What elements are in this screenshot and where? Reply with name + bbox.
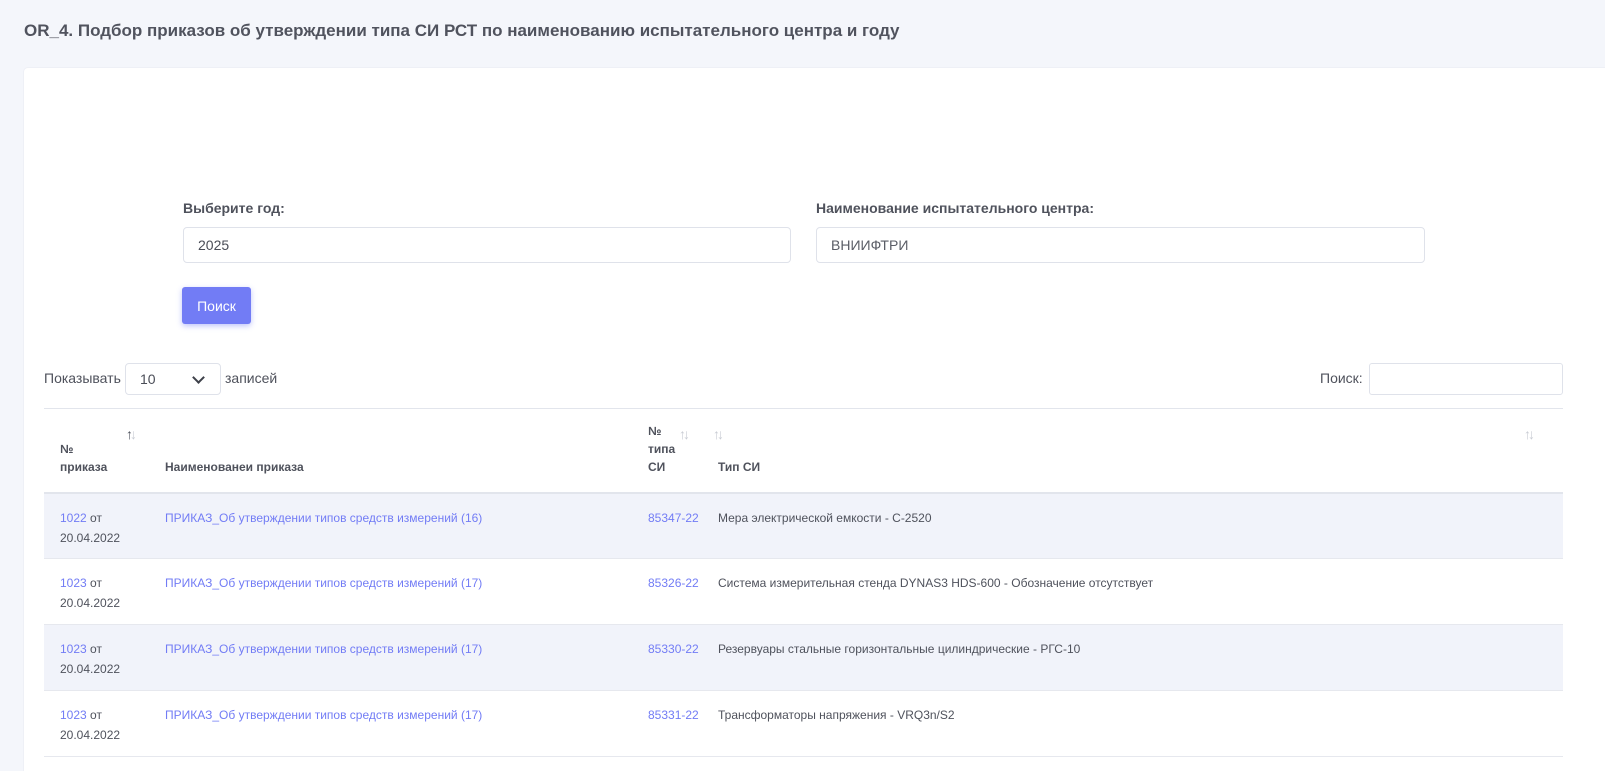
- cell-type-no: 85347-22: [632, 493, 702, 559]
- column-header-label: Наименованеи приказа: [165, 459, 304, 474]
- order-no-link[interactable]: 1022: [60, 511, 87, 525]
- column-header-si-type[interactable]: Тип СИ ↑↓: [702, 409, 1563, 493]
- column-header-label: №: [648, 423, 662, 438]
- cell-order-no: 1023 от 20.04.2022: [44, 625, 149, 691]
- cell-order-no: 1023 от 20.04.2022: [44, 691, 149, 757]
- center-input[interactable]: [816, 227, 1425, 263]
- cell-order-no: 1023 от 20.04.2022: [44, 559, 149, 625]
- column-header-order-no[interactable]: № приказа ↑↓: [44, 409, 149, 493]
- page-title: OR_4. Подбор приказов об утверждении тип…: [24, 21, 900, 40]
- order-no-link[interactable]: 1023: [60, 642, 87, 656]
- type-no-link[interactable]: 85330-22: [648, 642, 699, 656]
- cell-order-name: ПРИКАЗ_Об утверждении типов средств изме…: [149, 625, 632, 691]
- type-no-link[interactable]: 85326-22: [648, 576, 699, 590]
- column-header-order-name[interactable]: Наименованеи приказа ↑↓: [149, 409, 724, 493]
- center-label: Наименование испытательного центра:: [816, 200, 1094, 216]
- sort-icon: ↑↓: [126, 426, 137, 442]
- column-header-label: №: [60, 441, 74, 456]
- cell-order-no: 1022 от 20.04.2022: [44, 493, 149, 559]
- table-row: 1023 от 20.04.2022 ПРИКАЗ_Об утверждении…: [44, 624, 1563, 691]
- length-prefix: Показывать: [44, 370, 121, 386]
- order-no-link[interactable]: 1023: [60, 708, 87, 722]
- year-select[interactable]: 2025: [183, 227, 935, 263]
- order-no-link[interactable]: 1023: [60, 576, 87, 590]
- table-header-row: № приказа ↑↓ Наименованеи приказа ↑↓ № т…: [44, 408, 1563, 493]
- cell-si-type: Мера электрической емкости - С-2520: [718, 510, 932, 525]
- cell-si-type: Система измерительная стенда DYNAS3 HDS-…: [718, 576, 1154, 590]
- table-row: 1023 от 20.04.2022 ПРИКАЗ_Об утверждении…: [44, 691, 1563, 757]
- cell-type-no: 85331-22: [632, 691, 702, 757]
- table-row: 1023 от 20.04.2022 ПРИКАЗ_Об утверждении…: [44, 559, 1563, 625]
- type-no-link[interactable]: 85331-22: [648, 708, 699, 722]
- chevron-down-icon: [192, 371, 205, 384]
- report-card: Выберите год: 2025 Наименование испытате…: [24, 68, 1605, 771]
- filter-input[interactable]: [1369, 363, 1563, 395]
- cell-type-no: 85326-22: [632, 559, 702, 625]
- sort-icon: ↑↓: [679, 426, 690, 442]
- order-name-link[interactable]: ПРИКАЗ_Об утверждении типов средств изме…: [165, 708, 482, 722]
- cell-order-name: ПРИКАЗ_Об утверждении типов средств изме…: [149, 691, 632, 757]
- cell-si-type: Трансформаторы напряжения - VRQ3n/S2: [718, 708, 955, 722]
- column-header-type-no[interactable]: № типа СИ ↑↓: [632, 409, 702, 493]
- table-row: 1022 от 20.04.2022 ПРИКАЗ_Об утверждении…: [44, 492, 1563, 559]
- order-name-link[interactable]: ПРИКАЗ_Об утверждении типов средств изме…: [165, 576, 482, 590]
- filter-label: Поиск:: [1320, 370, 1363, 386]
- search-button[interactable]: Поиск: [182, 287, 251, 324]
- order-name-link[interactable]: ПРИКАЗ_Об утверждении типов средств изме…: [165, 642, 482, 656]
- type-no-link[interactable]: 85347-22: [648, 511, 699, 525]
- column-header-label: СИ: [648, 459, 666, 474]
- cell-type-no: 85330-22: [632, 625, 702, 691]
- column-header-label: Тип СИ: [718, 459, 761, 474]
- order-name-link[interactable]: ПРИКАЗ_Об утверждении типов средств изме…: [165, 511, 482, 525]
- cell-order-name: ПРИКАЗ_Об утверждении типов средств изме…: [149, 493, 632, 559]
- orders-table-wrap: № приказа ↑↓ Наименованеи приказа ↑↓ № т…: [44, 408, 1563, 757]
- length-select[interactable]: 10: [125, 363, 221, 395]
- orders-table: № приказа ↑↓ Наименованеи приказа ↑↓ № т…: [44, 408, 1563, 757]
- cell-si-type: Резервуары стальные горизонтальные цилин…: [718, 642, 1081, 656]
- year-select-value: 2025: [198, 237, 230, 253]
- year-label: Выберите год:: [183, 200, 285, 216]
- sort-icon: ↑↓: [1524, 426, 1535, 442]
- cell-order-name: ПРИКАЗ_Об утверждении типов средств изме…: [149, 559, 632, 625]
- length-select-value: 10: [140, 371, 156, 387]
- length-suffix: записей: [225, 370, 278, 386]
- column-header-label: типа: [648, 441, 676, 456]
- column-header-label: приказа: [60, 459, 108, 474]
